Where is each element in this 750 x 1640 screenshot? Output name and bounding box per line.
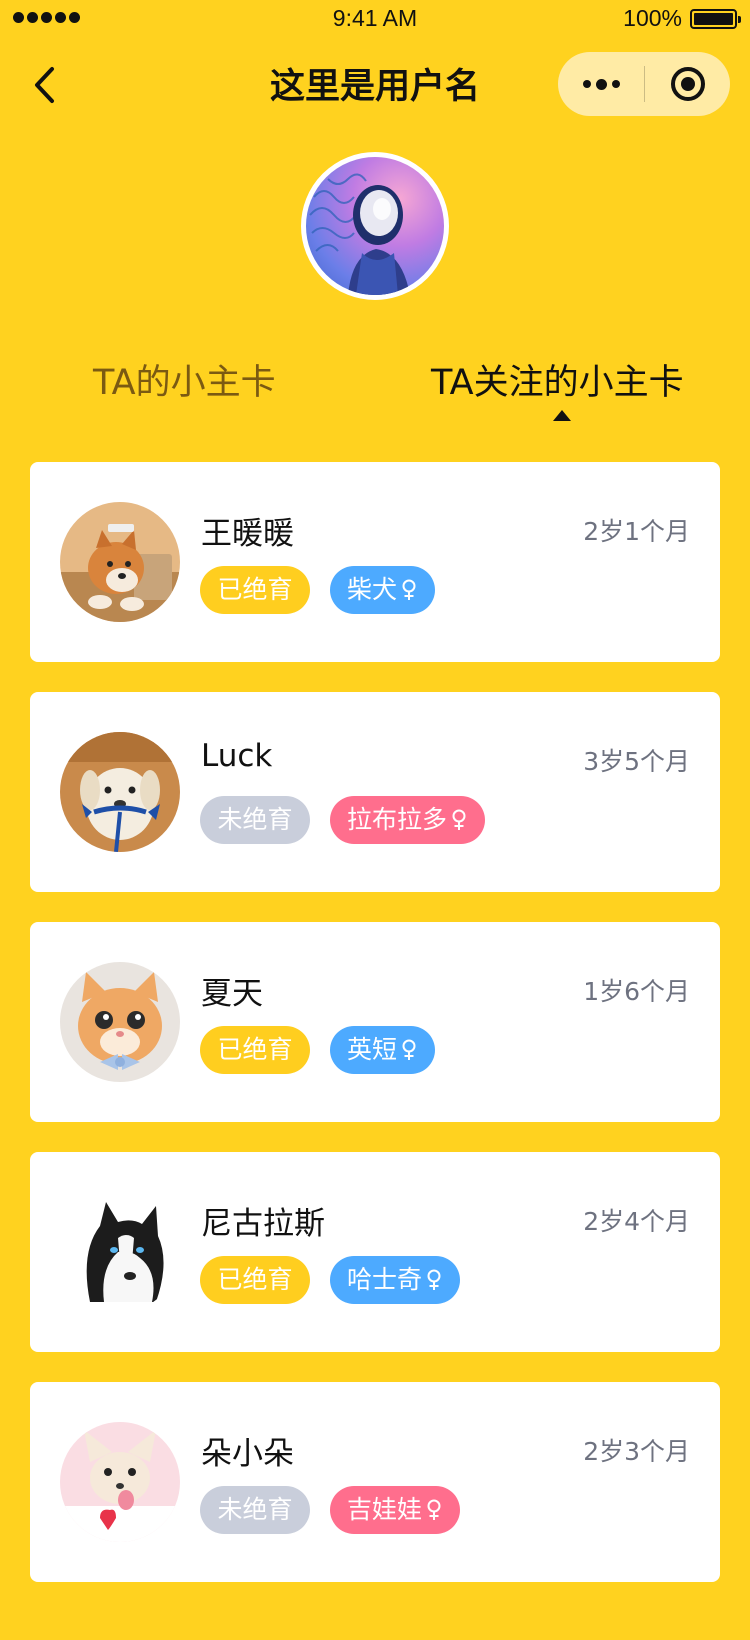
- target-icon: [670, 67, 705, 101]
- pet-card[interactable]: 尼古拉斯 2岁4个月 已绝育 哈士奇: [30, 1152, 720, 1352]
- pet-card[interactable]: 夏天 1岁6个月 已绝育 英短: [30, 922, 720, 1122]
- pet-name: 朵小朵: [201, 1436, 294, 1472]
- pet-age: 2岁3个月: [583, 1437, 690, 1466]
- battery-icon: [690, 9, 741, 29]
- active-tab-indicator: [553, 410, 571, 421]
- cat-avatar: [60, 962, 180, 1082]
- breed-label: 吉娃娃: [347, 1495, 423, 1524]
- battery-percentage: 100%: [623, 5, 682, 31]
- chihuahua-avatar: [60, 1422, 180, 1542]
- breed-label: 柴犬: [347, 575, 398, 604]
- female-icon: [402, 579, 416, 600]
- pet-card[interactable]: Luck 3岁5个月 未绝育 拉布拉多: [30, 692, 720, 892]
- breed-tag: 英短: [330, 1026, 436, 1074]
- pet-name: 夏天: [201, 976, 263, 1012]
- close-miniprogram-button[interactable]: [645, 52, 730, 116]
- female-icon: [452, 809, 466, 830]
- neuter-tag: 已绝育: [200, 1026, 310, 1074]
- miniprogram-capsule: [558, 52, 730, 116]
- pet-age: 2岁4个月: [583, 1207, 690, 1236]
- neuter-tag: 未绝育: [200, 796, 310, 844]
- female-icon: [427, 1269, 441, 1290]
- status-bar: 9:41 AM 100%: [0, 0, 750, 40]
- tab-ta-following-cards[interactable]: TA关注的小主卡: [431, 354, 684, 405]
- labrador-avatar: [60, 732, 180, 852]
- pet-name: Luck: [201, 738, 273, 774]
- breed-tag: 柴犬: [330, 566, 436, 614]
- breed-label: 哈士奇: [347, 1265, 423, 1294]
- pet-name: 尼古拉斯: [201, 1206, 325, 1242]
- female-icon: [402, 1039, 416, 1060]
- shiba-avatar: [60, 502, 180, 622]
- pet-name: 王暖暖: [201, 516, 294, 552]
- user-avatar: [301, 152, 449, 300]
- breed-tag: 哈士奇: [330, 1256, 461, 1304]
- breed-label: 英短: [347, 1035, 398, 1064]
- pet-age: 1岁6个月: [583, 977, 690, 1006]
- more-button[interactable]: [558, 52, 644, 116]
- neuter-tag: 已绝育: [200, 566, 310, 614]
- breed-tag: 吉娃娃: [330, 1486, 461, 1534]
- pet-card[interactable]: 王暖暖 2岁1个月 已绝育 柴犬: [30, 462, 720, 662]
- pet-age: 2岁1个月: [583, 517, 690, 546]
- breed-tag: 拉布拉多: [330, 796, 486, 844]
- tab-ta-cards[interactable]: TA的小主卡: [93, 354, 276, 405]
- neuter-tag: 未绝育: [200, 1486, 310, 1534]
- neuter-tag: 已绝育: [200, 1256, 310, 1304]
- female-icon: [427, 1499, 441, 1520]
- breed-label: 拉布拉多: [347, 805, 448, 834]
- pet-card[interactable]: 朵小朵 2岁3个月 未绝育 吉娃娃: [30, 1382, 720, 1582]
- husky-avatar: [60, 1192, 180, 1312]
- pet-age: 3岁5个月: [583, 747, 690, 776]
